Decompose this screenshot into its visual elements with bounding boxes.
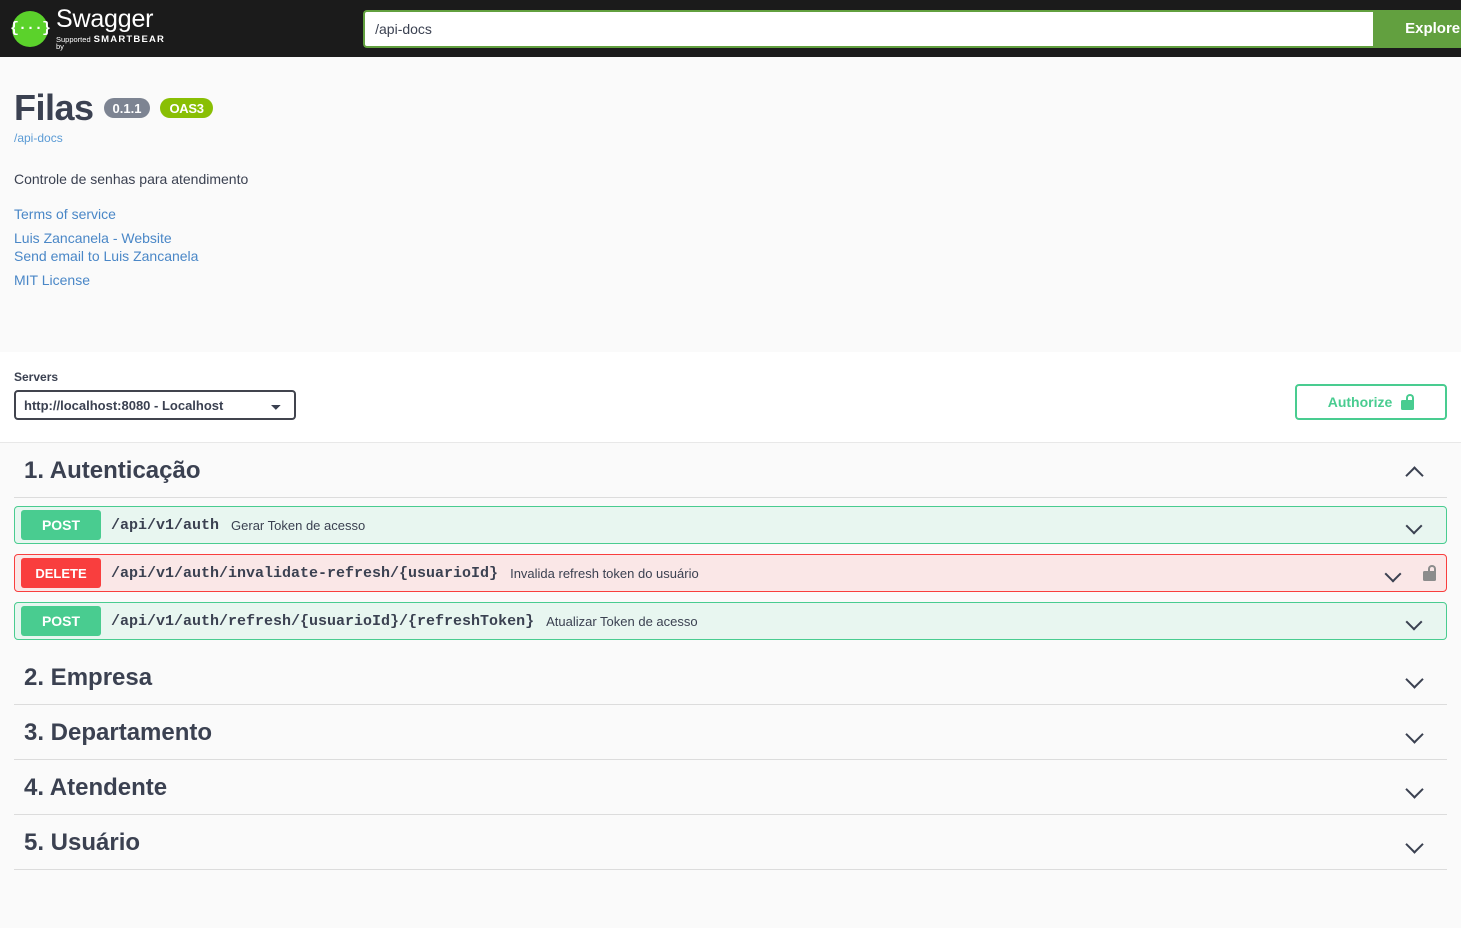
- tag-section-departamento: 3. Departamento: [14, 705, 1447, 760]
- servers-block: Servers http://localhost:8080 - Localhos…: [0, 352, 1461, 443]
- authorize-button[interactable]: Authorize: [1295, 384, 1447, 420]
- swagger-logo-text: Swagger Supported by SMARTBEAR: [56, 4, 166, 51]
- api-title-row: Filas 0.1.1 OAS3: [14, 87, 1447, 129]
- operation-row[interactable]: POST /api/v1/auth/refresh/{usuarioId}/{r…: [14, 602, 1447, 640]
- servers-label: Servers: [14, 370, 59, 384]
- chevron-down-icon[interactable]: [1405, 723, 1425, 743]
- chevron-down-icon[interactable]: [1385, 564, 1403, 582]
- license-link[interactable]: MIT License: [14, 271, 1447, 290]
- tag-title: 4. Atendente: [24, 774, 168, 801]
- http-method-badge: POST: [21, 606, 101, 636]
- http-method-badge: DELETE: [21, 558, 101, 588]
- unlocked-padlock-icon: [1401, 394, 1415, 410]
- operations-autenticacao: POST /api/v1/auth Gerar Token de acesso …: [14, 498, 1447, 640]
- tag-title: 5. Usuário: [24, 829, 141, 856]
- operation-controls: [1406, 612, 1446, 630]
- oas-version-badge: OAS3: [160, 98, 213, 118]
- swagger-logo-icon: {···}: [10, 10, 51, 47]
- terms-of-service-link[interactable]: Terms of service: [14, 205, 1447, 224]
- smartbear-brand: SMARTBEAR: [93, 33, 166, 45]
- operation-summary: Gerar Token de acesso: [231, 517, 366, 533]
- http-method-badge: POST: [21, 510, 101, 540]
- operation-summary: Atualizar Token de acesso: [546, 613, 698, 629]
- api-info-block: Filas 0.1.1 OAS3 /api-docs Controle de s…: [0, 57, 1461, 352]
- chevron-down-icon[interactable]: [1406, 612, 1424, 630]
- operation-row[interactable]: POST /api/v1/auth Gerar Token de acesso: [14, 506, 1447, 544]
- authorization-padlock-icon[interactable]: [1423, 565, 1436, 581]
- operation-path: /api/v1/auth/invalidate-refresh/{usuario…: [111, 564, 499, 582]
- chevron-up-icon[interactable]: [1405, 461, 1425, 481]
- api-info-links: Terms of service Luis Zancanela - Websit…: [14, 205, 1447, 289]
- operation-controls: [1385, 564, 1446, 582]
- operation-path: /api/v1/auth/refresh/{usuarioId}/{refres…: [111, 612, 535, 630]
- operation-controls: [1406, 516, 1446, 534]
- top-bar: {···} Swagger Supported by SMARTBEAR Exp…: [0, 0, 1461, 57]
- chevron-down-icon[interactable]: [1405, 778, 1425, 798]
- page-title: Filas: [14, 87, 94, 128]
- server-select[interactable]: http://localhost:8080 - Localhost: [14, 390, 296, 420]
- tag-section-autenticacao: 1. Autenticação POST /api/v1/auth Gerar …: [14, 443, 1447, 640]
- tag-header-departamento[interactable]: 3. Departamento: [14, 705, 1447, 760]
- explore-button[interactable]: Explore: [1373, 9, 1461, 48]
- tag-section-usuario: 5. Usuário: [14, 815, 1447, 870]
- tag-title: 1. Autenticação: [24, 457, 201, 484]
- operation-path: /api/v1/auth: [111, 516, 220, 534]
- tag-header-empresa[interactable]: 2. Empresa: [14, 650, 1447, 705]
- contact-website-link[interactable]: Luis Zancanela - Website: [14, 229, 1447, 248]
- authorize-label: Authorize: [1327, 394, 1393, 410]
- operation-summary: Invalida refresh token do usuário: [510, 565, 699, 581]
- tag-section-atendente: 4. Atendente: [14, 760, 1447, 815]
- supported-by-label: Supported by: [56, 34, 91, 51]
- operation-row[interactable]: DELETE /api/v1/auth/invalidate-refresh/{…: [14, 554, 1447, 592]
- api-description: Controle de senhas para atendimento: [14, 171, 249, 187]
- chevron-down-icon[interactable]: [1405, 668, 1425, 688]
- spec-url-link[interactable]: /api-docs: [14, 131, 63, 145]
- tag-title: 2. Empresa: [24, 664, 153, 691]
- contact-email-link[interactable]: Send email to Luis Zancanela: [14, 247, 1447, 266]
- chevron-down-icon[interactable]: [1405, 833, 1425, 853]
- chevron-down-icon[interactable]: [1406, 516, 1424, 534]
- tag-header-usuario[interactable]: 5. Usuário: [14, 815, 1447, 870]
- spec-url-input[interactable]: [363, 9, 1374, 48]
- spec-url-form: Explore: [363, 9, 1461, 48]
- tag-title: 3. Departamento: [24, 719, 213, 746]
- version-badge: 0.1.1: [103, 98, 151, 118]
- servers-selector-group: Servers http://localhost:8080 - Localhos…: [14, 370, 296, 420]
- tag-header-autenticacao[interactable]: 1. Autenticação: [14, 443, 1447, 498]
- operations-list: 1. Autenticação POST /api/v1/auth Gerar …: [0, 443, 1461, 870]
- swagger-logo[interactable]: {···} Swagger Supported by SMARTBEAR: [10, 4, 166, 51]
- tag-section-empresa: 2. Empresa: [14, 650, 1447, 705]
- swagger-supported-by: Supported by SMARTBEAR: [56, 33, 166, 51]
- swagger-wordmark: Swagger: [56, 4, 154, 33]
- tag-header-atendente[interactable]: 4. Atendente: [14, 760, 1447, 815]
